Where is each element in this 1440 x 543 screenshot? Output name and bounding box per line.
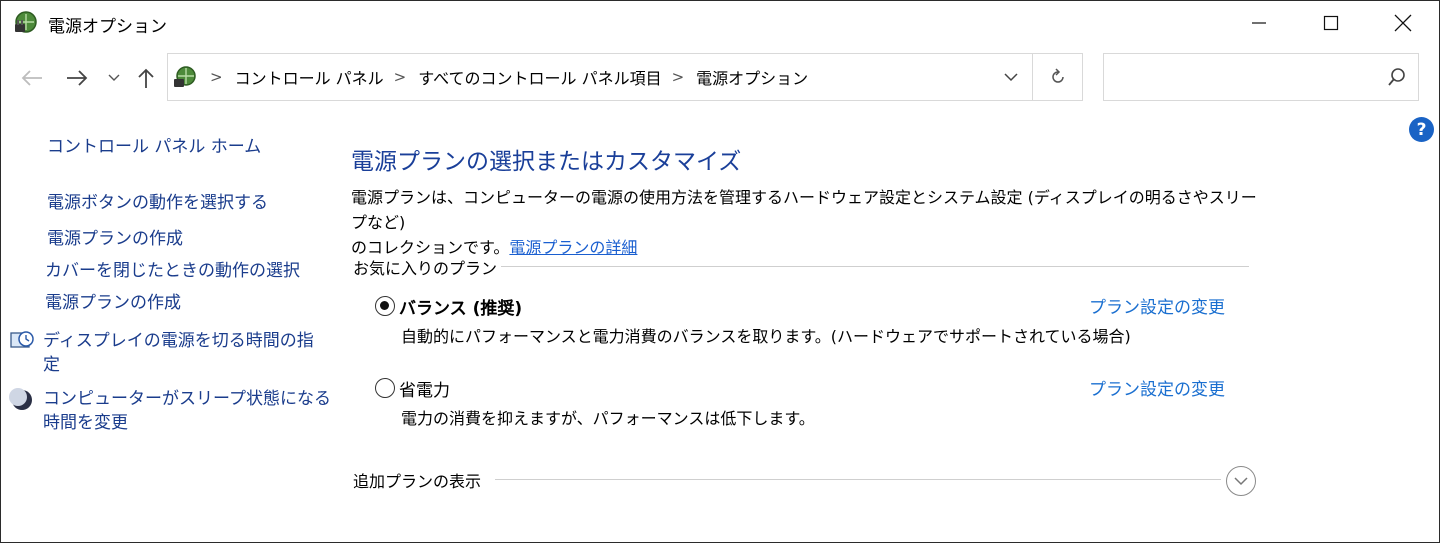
expand-additional-plans-button[interactable]	[1226, 466, 1256, 496]
power-options-icon	[13, 9, 39, 35]
search-input[interactable]	[1112, 64, 1372, 90]
favorite-plans-label: お気に入りのプラン	[353, 259, 498, 278]
breadcrumb-power-options[interactable]: 電源オプション	[696, 65, 808, 89]
power-saver-plan-settings-link[interactable]: プラン設定の変更	[1089, 375, 1225, 400]
chevron-down-icon	[1234, 477, 1248, 486]
back-button[interactable]	[15, 63, 49, 93]
search-box[interactable]	[1103, 53, 1419, 101]
description-text: 電源プランは、コンピューターの電源の使用方法を管理するハードウェア設定とシステム…	[351, 188, 1257, 232]
close-button[interactable]	[1367, 1, 1439, 45]
forward-arrow-icon	[67, 70, 88, 86]
sidebar-item-lid-close-action[interactable]: カバーを閉じたときの動作の選択	[45, 259, 300, 283]
forward-button[interactable]	[59, 63, 95, 93]
refresh-button[interactable]	[1034, 54, 1082, 100]
balanced-plan-radio[interactable]	[375, 296, 395, 316]
navigation-bar: > コントロール パネル > すべてのコントロール パネル項目 > 電源オプショ…	[1, 53, 1439, 103]
address-dropdown-button[interactable]	[994, 54, 1028, 100]
show-additional-plans-label: 追加プランの表示	[353, 472, 482, 491]
breadcrumb-separator: >	[671, 68, 685, 86]
breadcrumb-all-control-panel-items[interactable]: すべてのコントロール パネル項目	[418, 65, 661, 89]
display-clock-icon	[9, 327, 35, 353]
address-bar[interactable]: > コントロール パネル > すべてのコントロール パネル項目 > 電源オプショ…	[167, 53, 1083, 101]
balanced-plan-settings-link[interactable]: プラン設定の変更	[1089, 293, 1225, 318]
sidebar-item-create-power-plan[interactable]: 電源プランの作成	[47, 227, 183, 251]
power-saver-plan-radio[interactable]	[375, 378, 395, 398]
sidebar-item-control-panel-home[interactable]: コントロール パネル ホーム	[47, 135, 261, 159]
power-options-window: 電源オプション > コントロール パネル > すべてのコントロール パネル項目 …	[0, 0, 1440, 543]
sidebar-item-display-off-time[interactable]: ディスプレイの電源を切る時間の指 定	[43, 329, 314, 377]
close-icon	[1394, 14, 1412, 32]
divider	[1032, 54, 1033, 100]
title-bar: 電源オプション	[1, 1, 1439, 45]
help-icon: ?	[1416, 119, 1427, 140]
minimize-button[interactable]	[1223, 1, 1295, 45]
page-title: 電源プランの選択またはカスタマイズ	[351, 149, 742, 175]
window-title: 電源オプション	[48, 17, 167, 37]
maximize-button[interactable]	[1295, 1, 1367, 45]
chevron-down-icon	[108, 74, 120, 81]
power-plan-details-link[interactable]: 電源プランの詳細	[509, 238, 637, 257]
sidebar-item-label: 定	[43, 355, 60, 375]
divider	[501, 266, 1249, 267]
recent-locations-button[interactable]	[102, 63, 126, 93]
sidebar-item-label: 時間を変更	[43, 413, 128, 433]
balanced-plan-description: 自動的にパフォーマンスと電力消費のバランスを取ります。(ハードウェアでサポートさ…	[401, 327, 1131, 346]
breadcrumb: > コントロール パネル > すべてのコントロール パネル項目 > 電源オプショ…	[204, 54, 812, 100]
help-button[interactable]: ?	[1409, 117, 1434, 142]
divider	[495, 479, 1221, 480]
page-description: 電源プランは、コンピューターの電源の使用方法を管理するハードウェア設定とシステム…	[351, 185, 1271, 260]
balanced-plan-name[interactable]: バランス (推奨)	[399, 294, 522, 319]
sidebar-item-label: コンピューターがスリープ状態になる	[43, 389, 331, 409]
moon-icon	[9, 387, 35, 413]
breadcrumb-control-panel[interactable]: コントロール パネル	[235, 65, 384, 89]
maximize-icon	[1323, 15, 1339, 31]
breadcrumb-separator: >	[393, 68, 407, 86]
sidebar-item-choose-power-button[interactable]: 電源ボタンの動作を選択する	[47, 191, 268, 215]
power-options-icon	[172, 64, 200, 90]
sidebar-item-create-power-plan-2[interactable]: 電源プランの作成	[45, 291, 181, 315]
chevron-down-icon	[1004, 73, 1018, 82]
power-saver-plan-description: 電力の消費を抑えますが、パフォーマンスは低下します。	[401, 409, 815, 428]
up-button[interactable]	[129, 63, 163, 93]
sidebar-item-label: ディスプレイの電源を切る時間の指	[43, 331, 314, 351]
power-saver-plan-name[interactable]: 省電力	[399, 376, 450, 401]
up-arrow-icon	[138, 68, 154, 88]
sidebar-item-sleep-time[interactable]: コンピューターがスリープ状態になる 時間を変更	[43, 387, 331, 435]
breadcrumb-separator: >	[210, 68, 223, 86]
search-icon[interactable]	[1386, 66, 1408, 88]
back-arrow-icon	[21, 70, 42, 86]
refresh-icon	[1052, 68, 1064, 83]
minimize-icon	[1252, 22, 1266, 24]
